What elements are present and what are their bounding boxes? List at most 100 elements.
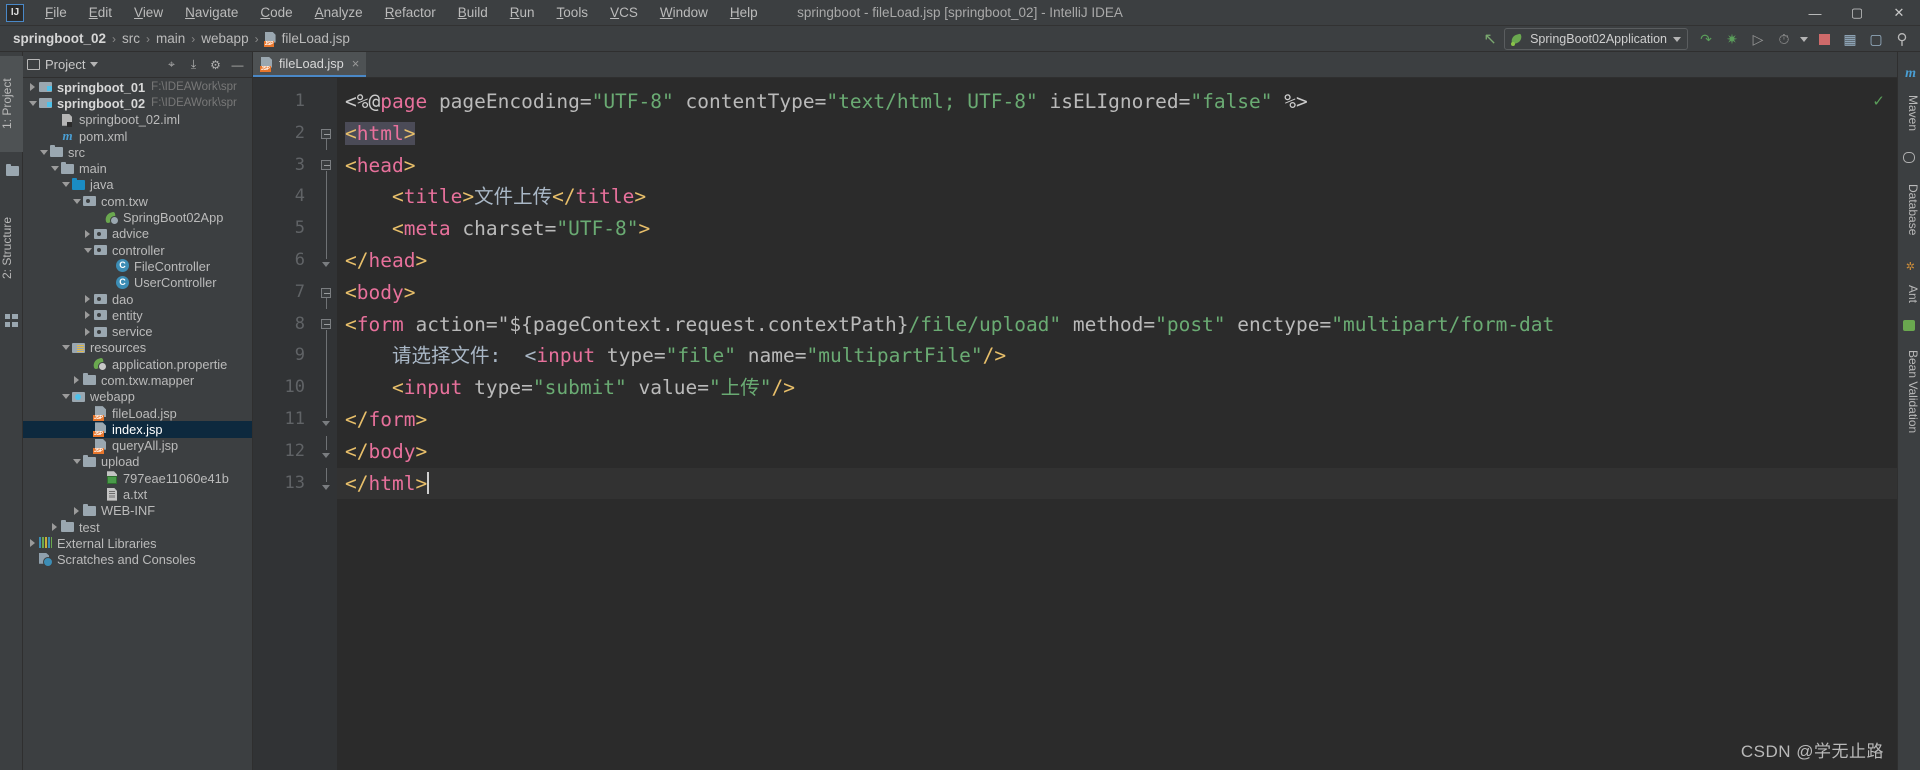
chevron-down-icon[interactable] xyxy=(60,177,71,193)
code-line-5[interactable]: <meta charset="UTF-8"> xyxy=(337,213,1897,245)
tree-item-a-txt[interactable]: a.txt xyxy=(23,486,252,502)
maximize-button[interactable]: ▢ xyxy=(1836,0,1878,26)
search-everywhere-icon[interactable]: ⚲ xyxy=(1890,28,1914,50)
folder-icon[interactable] xyxy=(5,164,19,176)
sidebar-item-maven[interactable]: Maven xyxy=(1897,82,1920,144)
menu-item-code[interactable]: Code xyxy=(249,1,303,25)
fold-end-arrow-icon[interactable] xyxy=(321,451,331,460)
breadcrumb-item-src[interactable]: src xyxy=(117,29,145,48)
tree-item-webapp[interactable]: webapp xyxy=(23,389,252,405)
tree-item-com-txw[interactable]: com.txw xyxy=(23,193,252,209)
tree-item-controller[interactable]: controller xyxy=(23,242,252,258)
tree-item-advice[interactable]: advice xyxy=(23,226,252,242)
project-panel-title-group[interactable]: Project xyxy=(27,57,99,72)
breadcrumb-item-main[interactable]: main xyxy=(151,29,190,48)
chevron-right-icon[interactable] xyxy=(71,372,82,388)
chevron-right-icon[interactable] xyxy=(71,503,82,519)
menu-item-tools[interactable]: Tools xyxy=(546,1,600,25)
project-tree[interactable]: springboot_01 F:\IDEAWork\spr springboot_0… xyxy=(23,79,252,770)
sidebar-item-bean-validation[interactable]: Bean Validation xyxy=(1897,336,1920,448)
menu-item-help[interactable]: Help xyxy=(719,1,769,25)
build-hammer-icon[interactable]: ↖ xyxy=(1478,28,1502,50)
menu-item-run[interactable]: Run xyxy=(499,1,546,25)
hide-panel-icon[interactable]: — xyxy=(227,55,248,75)
fold-marker-line-12[interactable] xyxy=(315,435,337,468)
chevron-down-icon[interactable] xyxy=(90,62,99,67)
breadcrumb-item-fileload-jsp[interactable]: fileLoad.jsp xyxy=(260,29,355,48)
fold-marker-line-2[interactable] xyxy=(315,118,337,150)
close-icon[interactable]: × xyxy=(352,56,360,71)
chevron-down-icon[interactable] xyxy=(71,454,82,470)
stop-icon[interactable] xyxy=(1812,28,1836,50)
tree-item-application-propertie[interactable]: application.propertie xyxy=(23,356,252,372)
tree-item-entity[interactable]: entity xyxy=(23,307,252,323)
code-line-4[interactable]: <title>文件上传</title> xyxy=(337,181,1897,213)
gear-icon[interactable]: ⚙ xyxy=(205,55,226,75)
tree-item-springboot-02[interactable]: springboot_02 F:\IDEAWork\spr xyxy=(23,95,252,111)
tree-item-test[interactable]: test xyxy=(23,519,252,535)
tree-item-external-libraries[interactable]: External Libraries xyxy=(23,535,252,551)
fold-marker-line-9[interactable] xyxy=(315,340,337,373)
chevron-right-icon[interactable] xyxy=(49,519,60,535)
fold-end-arrow-icon[interactable] xyxy=(321,260,331,269)
tree-item-usercontroller[interactable]: UserController xyxy=(23,275,252,291)
tree-item-dao[interactable]: dao xyxy=(23,291,252,307)
code-line-3[interactable]: <head> xyxy=(337,150,1897,182)
tree-item-springboot-01[interactable]: springboot_01 F:\IDEAWork\spr xyxy=(23,79,252,95)
breadcrumb-item-springboot-02[interactable]: springboot_02 xyxy=(8,29,111,48)
menu-item-analyze[interactable]: Analyze xyxy=(304,1,374,25)
tree-item-main[interactable]: main xyxy=(23,160,252,176)
code-folding-column[interactable] xyxy=(315,78,337,770)
code-line-7[interactable]: <body> xyxy=(337,277,1897,309)
chevron-right-icon[interactable] xyxy=(82,291,93,307)
run-with-coverage-icon[interactable]: ▷ xyxy=(1746,28,1770,50)
chevron-down-icon[interactable] xyxy=(82,242,93,258)
chevron-down-icon[interactable] xyxy=(27,95,38,111)
minimize-button[interactable]: — xyxy=(1794,0,1836,26)
tree-item-resources[interactable]: resources xyxy=(23,340,252,356)
profiler-dropdown-icon[interactable] xyxy=(1798,28,1810,50)
profiler-icon[interactable]: ⏱ xyxy=(1772,28,1796,50)
editor-tab-fileload-jsp[interactable]: fileLoad.jsp × xyxy=(253,52,367,77)
code-line-12[interactable]: </body> xyxy=(337,436,1897,468)
tree-item-pom-xml[interactable]: m pom.xml xyxy=(23,128,252,144)
tree-item-com-txw-mapper[interactable]: com.txw.mapper xyxy=(23,372,252,388)
fold-marker-line-4[interactable] xyxy=(315,181,337,214)
fold-marker-line-11[interactable] xyxy=(315,403,337,436)
code-line-2[interactable]: <html> xyxy=(337,118,1897,150)
fold-marker-line-13[interactable] xyxy=(315,467,337,500)
fold-collapse-icon[interactable] xyxy=(321,319,331,330)
chevron-down-icon[interactable] xyxy=(38,144,49,160)
fold-marker-line-5[interactable] xyxy=(315,213,337,245)
fold-marker-line-10[interactable] xyxy=(315,372,337,404)
close-button[interactable]: ✕ xyxy=(1878,0,1920,26)
tree-item-scratches-and-consoles[interactable]: Scratches and Consoles xyxy=(23,552,252,568)
structure-blocks-icon[interactable] xyxy=(5,314,18,319)
fold-marker-line-3[interactable] xyxy=(315,150,337,182)
sidebar-item-project[interactable]: 1: Project xyxy=(0,56,23,152)
tree-item-springboot02app[interactable]: SpringBoot02App xyxy=(23,209,252,225)
tree-item-upload[interactable]: upload xyxy=(23,454,252,470)
tree-item-src[interactable]: src xyxy=(23,144,252,160)
run-configuration-selector[interactable]: SpringBoot02Application xyxy=(1504,28,1688,50)
code-line-1[interactable]: <%@page pageEncoding="UTF-8" contentType… xyxy=(337,86,1897,118)
code-line-13[interactable]: </html> xyxy=(337,467,1897,500)
update-application-icon[interactable]: ▢ xyxy=(1864,28,1888,50)
code-line-10[interactable]: <input type="submit" value="上传"/> xyxy=(337,372,1897,404)
tree-item-web-inf[interactable]: WEB-INF xyxy=(23,503,252,519)
chevron-down-icon[interactable] xyxy=(60,340,71,356)
chevron-right-icon[interactable] xyxy=(82,307,93,323)
fold-collapse-icon[interactable] xyxy=(321,128,331,139)
fold-collapse-icon[interactable] xyxy=(321,287,331,298)
tree-item-java[interactable]: java xyxy=(23,177,252,193)
chevron-down-icon[interactable] xyxy=(60,389,71,405)
code-line-11[interactable]: </form> xyxy=(337,404,1897,436)
code-editor[interactable]: 1 2 3 4 5 6 7 8 9 10 11 12 13 <%@page pageEncoding="… xyxy=(253,78,1897,770)
run-icon[interactable]: ↷ xyxy=(1694,28,1718,50)
chevron-right-icon[interactable] xyxy=(27,79,38,95)
menu-item-window[interactable]: Window xyxy=(649,1,719,25)
menu-item-vcs[interactable]: VCS xyxy=(599,1,649,25)
fold-end-arrow-icon[interactable] xyxy=(321,419,331,428)
code-line-9[interactable]: 请选择文件: <input type="file" name="multipar… xyxy=(337,340,1897,372)
sidebar-item-structure[interactable]: 2: Structure xyxy=(0,192,23,304)
